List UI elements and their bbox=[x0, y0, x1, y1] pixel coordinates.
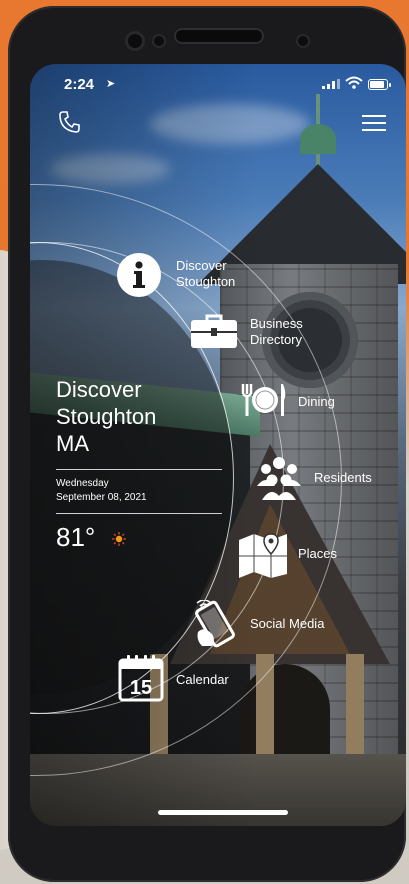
map-icon bbox=[239, 533, 287, 578]
app-screen: 2:24 ➤ Discover Stoughton MA Wednesday S… bbox=[30, 64, 406, 826]
calendar-icon-text: 15 bbox=[130, 677, 152, 699]
menu-item-discover-stoughton[interactable]: Discover Stoughton bbox=[116, 252, 276, 302]
phone-hand-icon bbox=[195, 600, 235, 648]
battery-icon bbox=[368, 79, 388, 90]
menu-item-dining[interactable]: Dining bbox=[240, 382, 390, 422]
menu-item-places[interactable]: Places bbox=[238, 530, 388, 582]
menu-label: Social Media bbox=[250, 616, 325, 631]
camera-icon bbox=[128, 34, 142, 48]
divider bbox=[56, 513, 222, 514]
menu-label: Dining bbox=[298, 394, 335, 409]
temperature-text: 81° bbox=[56, 522, 96, 552]
home-indicator[interactable] bbox=[158, 810, 288, 815]
title-line: MA bbox=[56, 431, 89, 456]
menu-label: Calendar bbox=[176, 672, 229, 687]
sensor-icon bbox=[154, 36, 164, 46]
menu-item-business-directory[interactable]: Business Directory bbox=[190, 310, 350, 356]
menu-item-calendar[interactable]: 15 Calendar bbox=[118, 654, 278, 704]
people-icon bbox=[257, 457, 301, 500]
menu-label: Discover bbox=[176, 258, 227, 273]
hamburger-menu-icon[interactable] bbox=[362, 114, 386, 132]
location-arrow-icon: ➤ bbox=[106, 78, 116, 90]
divider bbox=[56, 469, 222, 470]
briefcase-icon bbox=[191, 314, 237, 348]
sensor-icon bbox=[298, 36, 308, 46]
menu-item-residents[interactable]: Residents bbox=[254, 456, 404, 502]
utensils-icon bbox=[241, 384, 286, 416]
menu-label: Places bbox=[298, 546, 338, 561]
phone-icon[interactable] bbox=[58, 110, 82, 134]
wifi-icon bbox=[345, 76, 363, 89]
status-time: 2:24 bbox=[64, 76, 95, 93]
sun-icon bbox=[112, 532, 126, 546]
signal-icon bbox=[322, 79, 340, 89]
title-line: Stoughton bbox=[56, 404, 157, 429]
calendar-icon: 15 bbox=[118, 655, 164, 702]
menu-label: Directory bbox=[250, 332, 303, 347]
title-line: Discover bbox=[56, 377, 142, 402]
info-icon bbox=[117, 253, 161, 297]
menu-label: Business bbox=[250, 316, 303, 331]
phone-frame: 2:24 ➤ Discover Stoughton MA Wednesday S… bbox=[8, 6, 406, 882]
menu-item-social-media[interactable]: Social Media bbox=[194, 600, 374, 648]
menu-label: Residents bbox=[314, 470, 372, 485]
battery-tip bbox=[389, 83, 391, 87]
date-text: September 08, 2021 bbox=[56, 492, 147, 503]
speaker-grille bbox=[176, 30, 262, 42]
page-title: Discover Stoughton MA bbox=[56, 376, 156, 457]
status-bar: 2:24 ➤ bbox=[30, 64, 406, 104]
menu-label: Stoughton bbox=[176, 274, 236, 289]
weekday-text: Wednesday bbox=[56, 478, 109, 489]
